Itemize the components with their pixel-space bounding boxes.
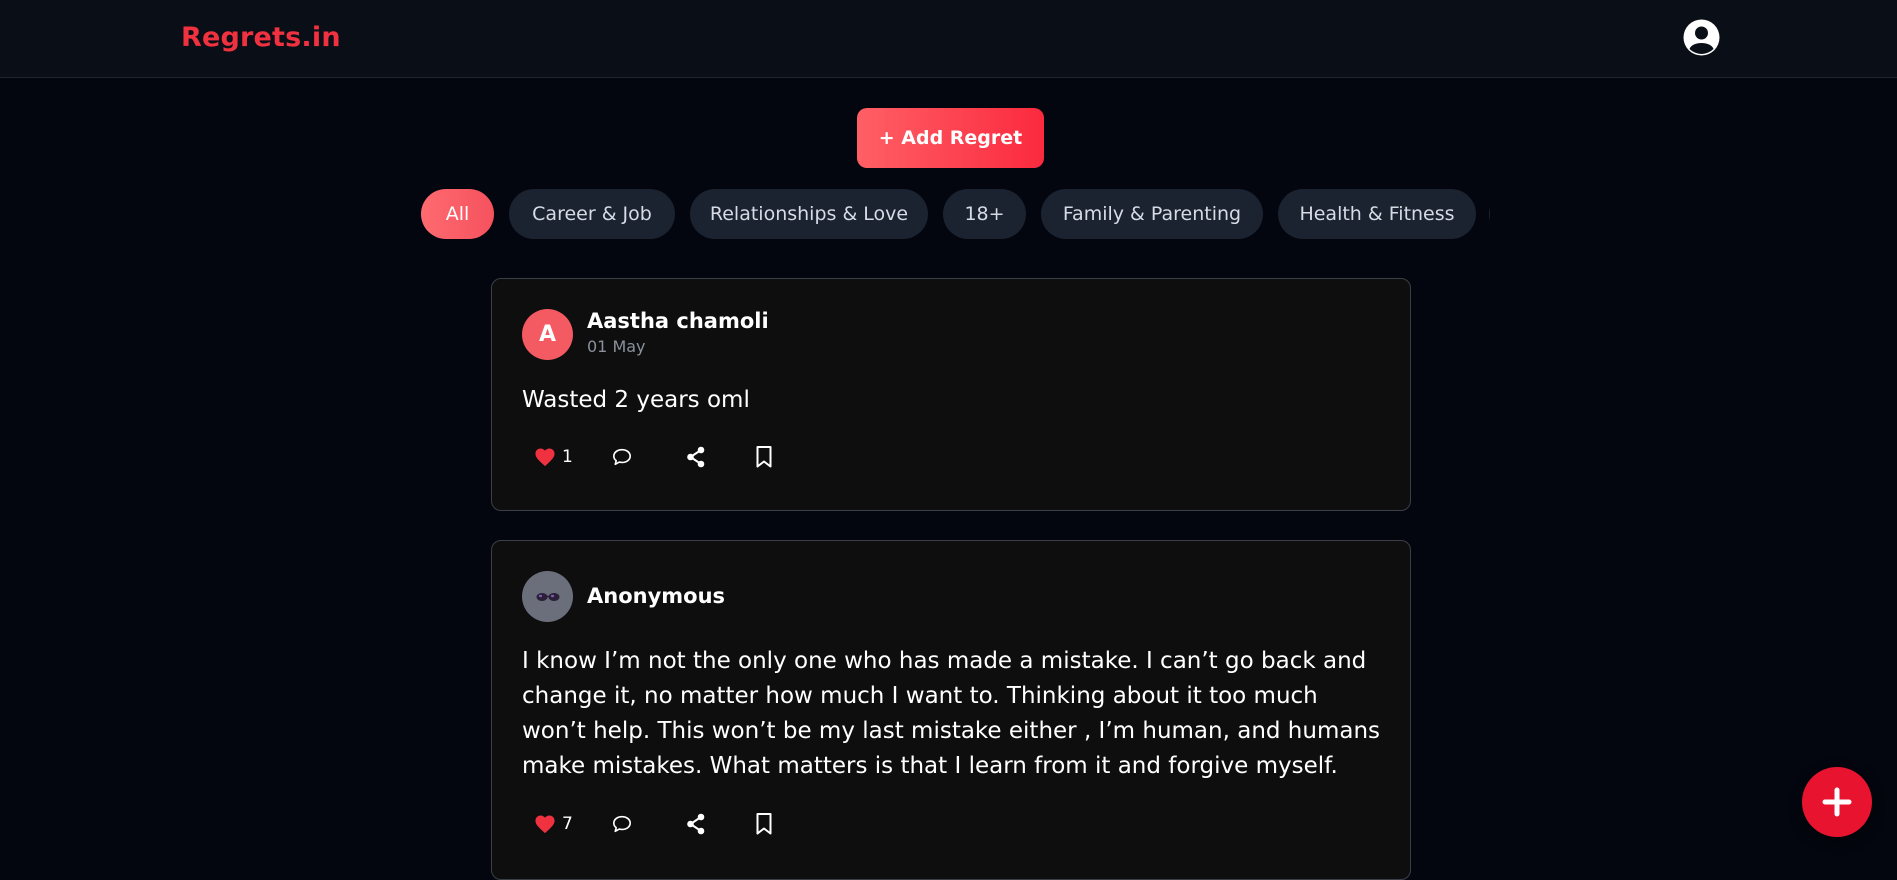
- bookmark-button[interactable]: [755, 809, 773, 839]
- post-card: Anonymous I know I’m not the only one wh…: [491, 540, 1411, 880]
- sunglasses-face-icon: [536, 592, 559, 601]
- comment-button[interactable]: [611, 442, 633, 472]
- bookmark-button[interactable]: [755, 442, 773, 472]
- post-content: Wasted 2 years oml: [522, 387, 750, 413]
- share-button[interactable]: [686, 809, 706, 839]
- category-chip-family[interactable]: Family & Parenting: [1041, 189, 1263, 239]
- post-author: Anonymous: [587, 584, 726, 608]
- brand-logo[interactable]: Regrets.in: [181, 22, 341, 53]
- top-navbar: Regrets.in: [0, 0, 1897, 78]
- plus-icon: [1822, 787, 1852, 817]
- comment-icon: [613, 815, 632, 833]
- like-count: 7: [562, 814, 573, 834]
- like-button[interactable]: 1: [534, 442, 573, 472]
- heart-icon: [535, 815, 555, 834]
- share-button[interactable]: [686, 442, 706, 472]
- comment-icon: [613, 448, 632, 466]
- post-card: A Aastha chamoli 01 May Wasted 2 years o…: [491, 278, 1411, 511]
- category-chip-more[interactable]: [1489, 189, 1490, 239]
- post-content: I know I’m not the only one who has made…: [522, 648, 1381, 779]
- avatar: [522, 571, 573, 622]
- like-button[interactable]: 7: [534, 809, 573, 839]
- category-chip-all[interactable]: All: [421, 189, 494, 239]
- profile-icon[interactable]: [1683, 19, 1720, 56]
- category-chip-relationships[interactable]: Relationships & Love: [690, 189, 928, 239]
- avatar: A: [522, 309, 573, 360]
- category-filter-bar: All Career & Job Relationships & Love 18…: [421, 189, 1490, 239]
- category-chip-career[interactable]: Career & Job: [509, 189, 675, 239]
- bookmark-icon: [756, 446, 772, 468]
- category-chip-18plus[interactable]: 18+: [943, 189, 1026, 239]
- floating-add-button[interactable]: [1802, 767, 1872, 837]
- like-count: 1: [562, 447, 573, 467]
- heart-icon: [535, 448, 555, 467]
- post-author: Aastha chamoli: [587, 309, 769, 333]
- comment-button[interactable]: [611, 809, 633, 839]
- share-icon: [687, 813, 705, 835]
- category-chip-health[interactable]: Health & Fitness: [1278, 189, 1476, 239]
- bookmark-icon: [756, 813, 772, 835]
- share-icon: [687, 446, 705, 468]
- add-regret-button[interactable]: + Add Regret: [857, 108, 1044, 168]
- post-date: 01 May: [587, 337, 646, 356]
